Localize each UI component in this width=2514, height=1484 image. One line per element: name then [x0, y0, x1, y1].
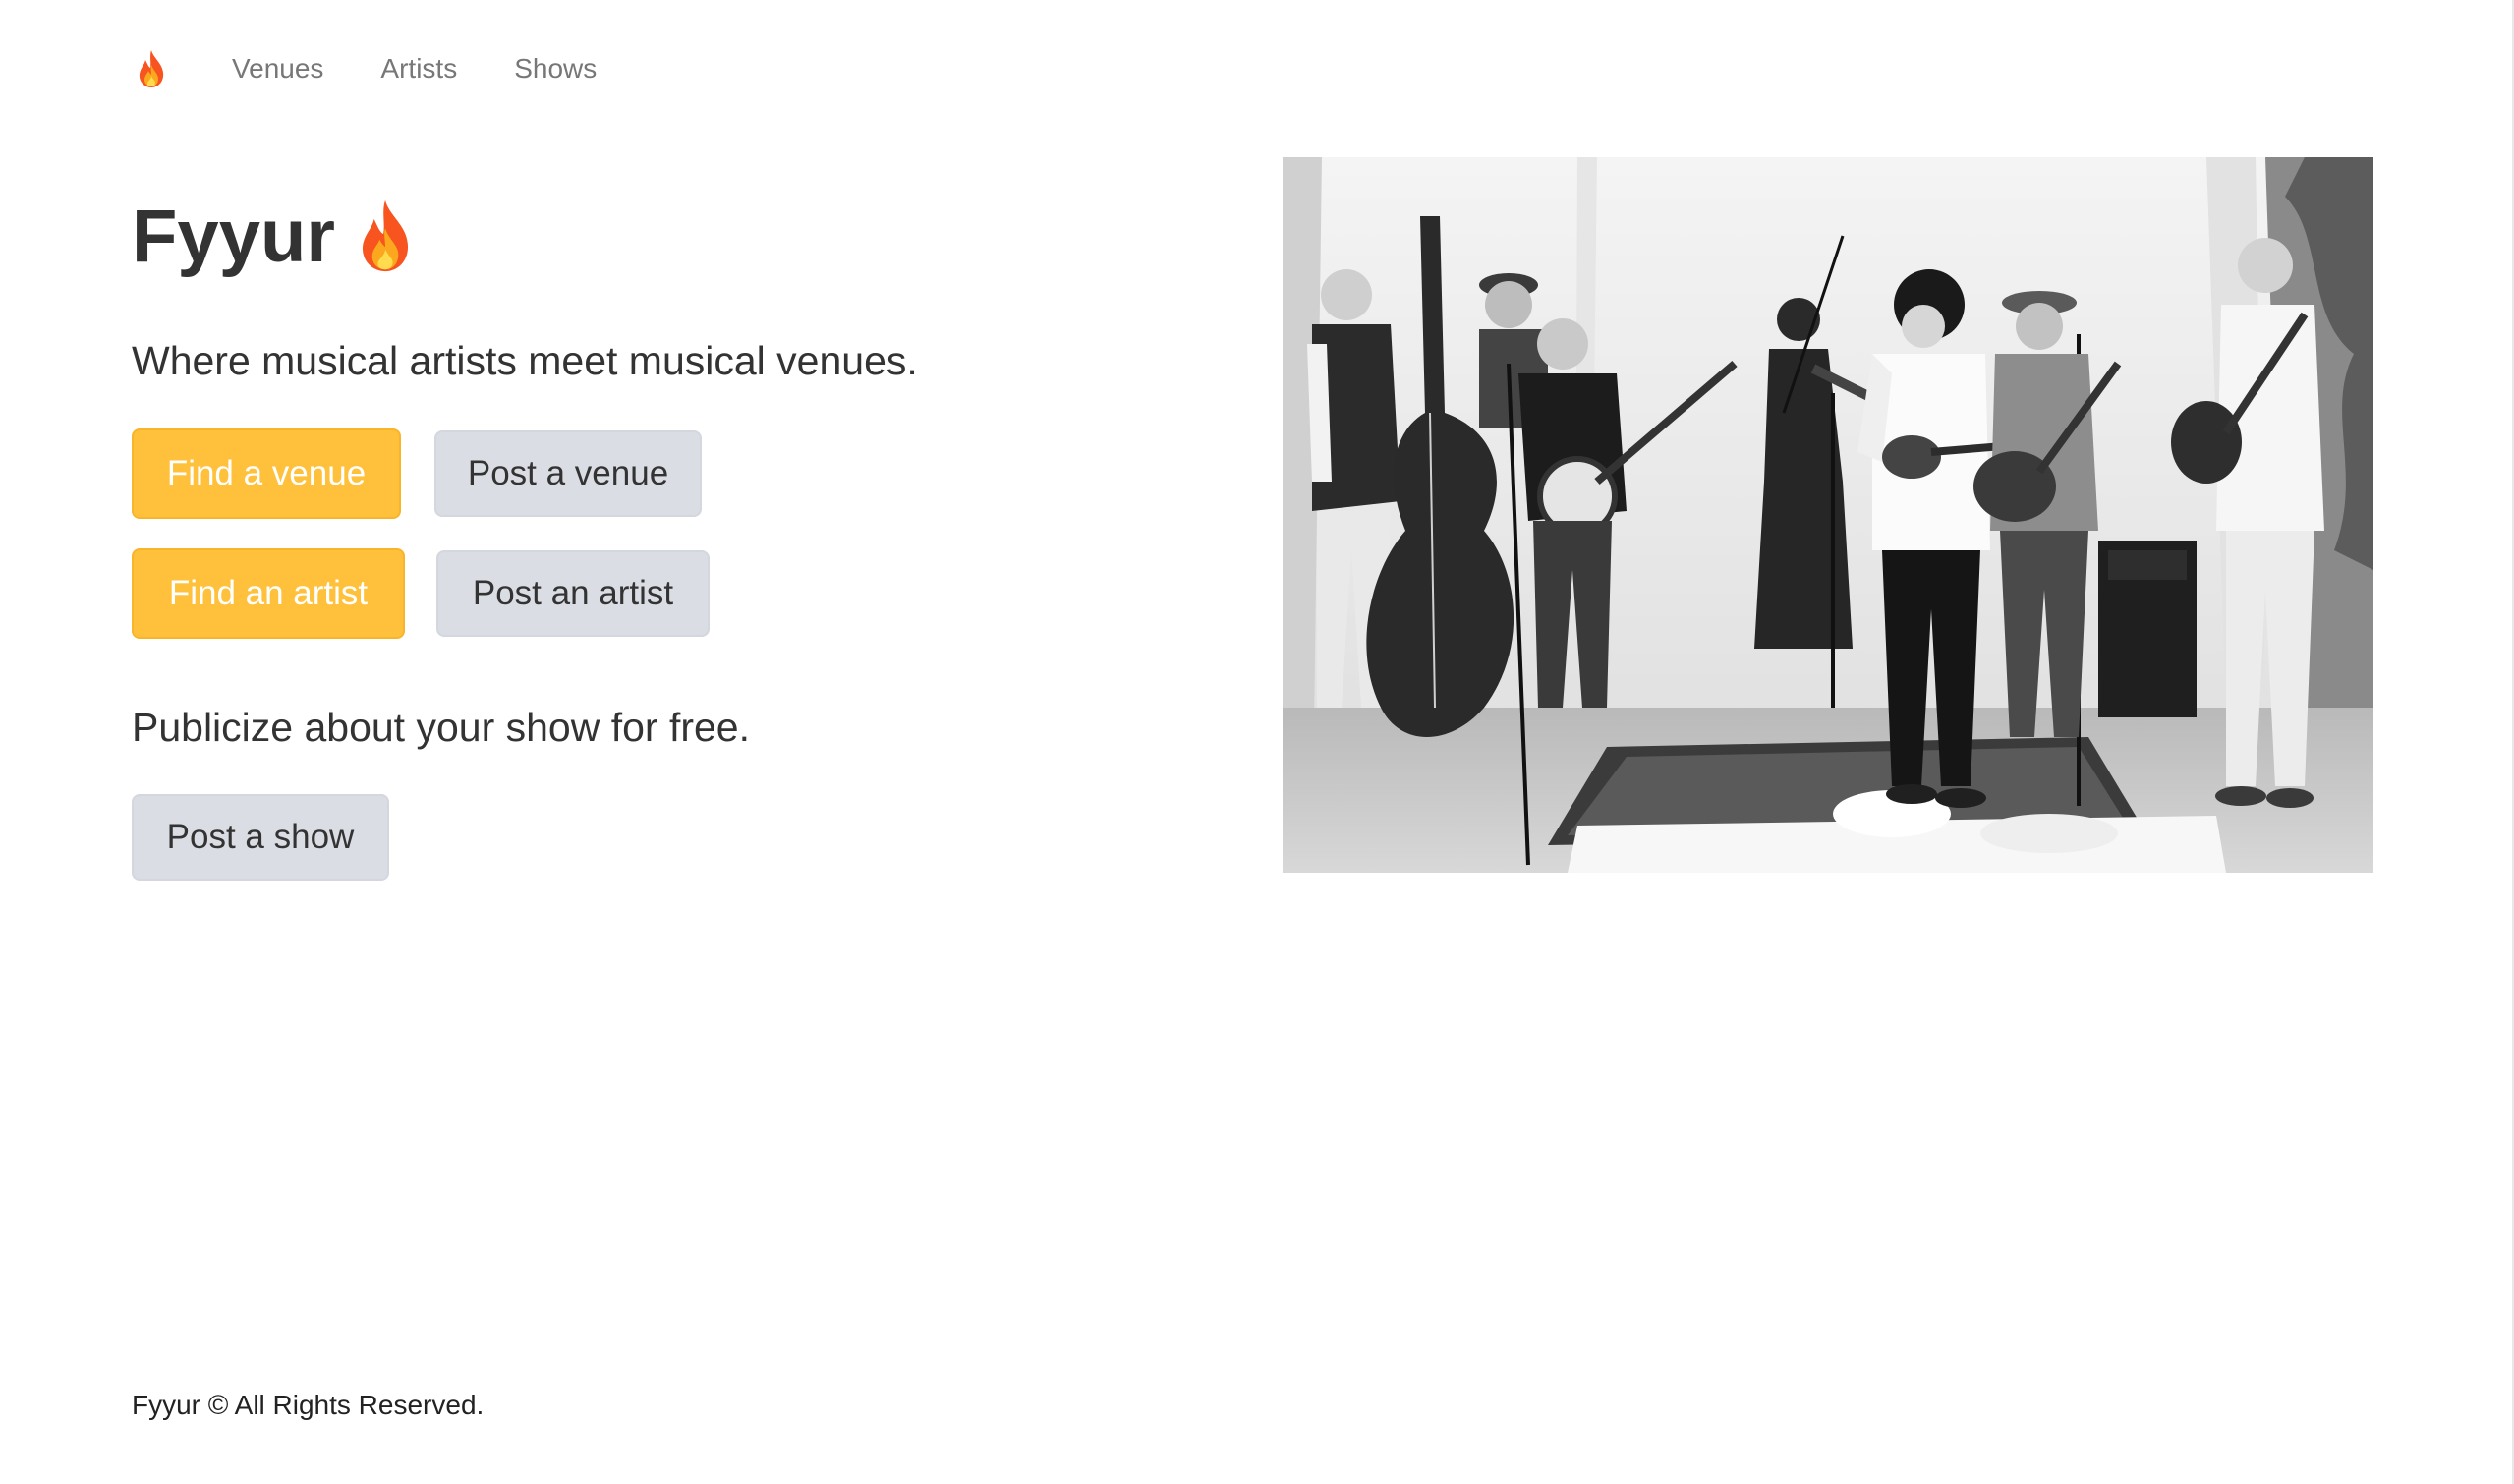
- find-venue-button[interactable]: Find a venue: [132, 428, 401, 519]
- nav-link-artists[interactable]: Artists: [380, 53, 457, 85]
- nav-link-shows[interactable]: Shows: [514, 53, 597, 85]
- post-artist-button[interactable]: Post an artist: [436, 550, 710, 637]
- nav-link-venues[interactable]: Venues: [232, 53, 323, 85]
- fire-icon[interactable]: [132, 39, 171, 98]
- find-artist-button[interactable]: Find an artist: [132, 548, 405, 639]
- fire-icon: [355, 199, 416, 273]
- band-photo: [1283, 157, 2373, 873]
- navbar: Venues Artists Shows: [132, 39, 654, 98]
- footer-text: Fyyur © All Rights Reserved.: [132, 1390, 485, 1420]
- page: Venues Artists Shows Fyyur Where musical…: [0, 0, 2514, 1484]
- post-venue-button[interactable]: Post a venue: [434, 430, 702, 517]
- page-title: Fyyur: [132, 187, 416, 285]
- page-title-text: Fyyur: [132, 194, 335, 278]
- lead-text: Where musical artists meet musical venue…: [132, 338, 918, 383]
- publicize-text: Publicize about your show for free.: [132, 705, 750, 750]
- post-show-button[interactable]: Post a show: [132, 794, 389, 881]
